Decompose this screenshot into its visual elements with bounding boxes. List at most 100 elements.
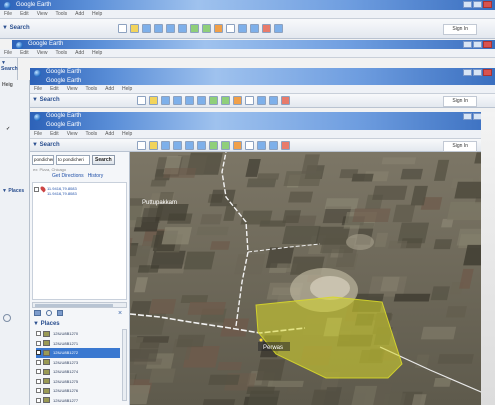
record-tour-icon[interactable] (178, 24, 187, 33)
search-input-secondary[interactable]: to pondicheri (56, 155, 90, 165)
menu-add[interactable]: Add (75, 50, 84, 56)
placemark-icon[interactable] (149, 141, 158, 150)
save-image-icon[interactable] (262, 24, 271, 33)
ruler-icon[interactable] (245, 96, 254, 105)
places-panel-header[interactable]: ▼ Places (33, 321, 60, 327)
search-input[interactable]: pondicheri (32, 155, 54, 165)
menu-edit[interactable]: Edit (20, 11, 29, 17)
sunlight-icon[interactable] (221, 96, 230, 105)
polygon-icon[interactable] (161, 141, 170, 150)
refresh-icon[interactable] (46, 310, 52, 316)
menu-view[interactable]: View (37, 11, 48, 17)
menu-edit[interactable]: Edit (50, 131, 59, 137)
menu-view[interactable]: View (37, 50, 48, 56)
hide-sidebar-icon[interactable] (118, 24, 127, 33)
vertical-scrollbar[interactable] (122, 329, 127, 401)
email-icon[interactable] (238, 24, 247, 33)
search-panel-header[interactable]: ▼ Search (32, 140, 60, 151)
search-icon[interactable] (3, 314, 11, 322)
result-checkbox[interactable] (34, 187, 39, 192)
place-item[interactable]: 12IUU8B1275 (36, 377, 120, 387)
place-item[interactable]: 12IUU8B1272 (36, 348, 120, 358)
placemark-pin-icon[interactable] (259, 338, 263, 342)
close-button[interactable] (483, 1, 492, 8)
place-item[interactable]: 12IUU8B1274 (36, 367, 120, 377)
minimize-button[interactable] (463, 41, 472, 48)
email-icon[interactable] (257, 96, 266, 105)
menu-tools[interactable]: Tools (85, 86, 97, 92)
menu-view[interactable]: View (67, 131, 78, 137)
ruler-icon[interactable] (226, 24, 235, 33)
places-panel-header[interactable]: ▼ Places (2, 188, 24, 194)
place-checkbox[interactable] (36, 350, 41, 356)
print-icon[interactable] (250, 24, 259, 33)
maximize-button[interactable] (473, 41, 482, 48)
record-tour-icon[interactable] (197, 96, 206, 105)
menu-file[interactable]: File (4, 11, 12, 17)
sign-in-button[interactable]: Sign In (443, 141, 477, 152)
place-checkbox[interactable] (36, 388, 41, 394)
place-checkbox[interactable] (36, 359, 41, 365)
search-panel-header[interactable]: ▼ Search (1, 60, 18, 72)
horizontal-scrollbar[interactable] (32, 302, 127, 308)
historical-imagery-icon[interactable] (190, 24, 199, 33)
planets-icon[interactable] (233, 96, 242, 105)
search-panel-header[interactable]: ▼ Search (32, 95, 60, 106)
print-icon[interactable] (269, 96, 278, 105)
close-button[interactable] (483, 69, 492, 76)
print-icon[interactable] (269, 141, 278, 150)
minimize-button[interactable] (463, 69, 472, 76)
placemark-icon[interactable] (149, 96, 158, 105)
historical-imagery-icon[interactable] (209, 96, 218, 105)
search-panel-header[interactable]: ▼ Search (2, 23, 30, 34)
historical-imagery-icon[interactable] (209, 141, 218, 150)
record-tour-icon[interactable] (197, 141, 206, 150)
menu-tools[interactable]: Tools (85, 131, 97, 137)
image-overlay-icon[interactable] (185, 141, 194, 150)
placemark-icon[interactable] (130, 24, 139, 33)
place-checkbox[interactable] (36, 378, 41, 384)
get-directions-link[interactable]: Get Directions (52, 173, 84, 179)
sunlight-icon[interactable] (221, 141, 230, 150)
menu-file[interactable]: File (34, 86, 42, 92)
place-checkbox[interactable] (36, 331, 41, 337)
place-checkbox[interactable] (36, 369, 41, 375)
image-overlay-icon[interactable] (185, 96, 194, 105)
menu-help[interactable]: Help (122, 86, 132, 92)
path-icon[interactable] (173, 96, 182, 105)
planets-icon[interactable] (214, 24, 223, 33)
planets-icon[interactable] (233, 141, 242, 150)
satellite-imagery[interactable]: Puttupakkam Perwas (130, 152, 495, 405)
menu-view[interactable]: View (67, 86, 78, 92)
menu-help[interactable]: Help (122, 131, 132, 137)
path-icon[interactable] (154, 24, 163, 33)
place-checkbox[interactable] (36, 397, 41, 403)
path-icon[interactable] (173, 141, 182, 150)
history-link[interactable]: History (88, 173, 104, 179)
menu-add[interactable]: Add (75, 11, 84, 17)
sunlight-icon[interactable] (202, 24, 211, 33)
menu-help[interactable]: Help (92, 11, 102, 17)
menu-add[interactable]: Add (105, 86, 114, 92)
menu-edit[interactable]: Edit (50, 86, 59, 92)
save-image-icon[interactable] (281, 96, 290, 105)
folder-icon[interactable] (34, 310, 41, 316)
place-item[interactable]: 12IUU8B1277 (36, 396, 120, 405)
email-icon[interactable] (257, 141, 266, 150)
sign-in-button[interactable]: Sign In (443, 24, 477, 35)
map-view[interactable]: Puttupakkam Perwas (130, 152, 495, 405)
menu-tools[interactable]: Tools (55, 50, 67, 56)
menu-file[interactable]: File (4, 50, 12, 56)
ruler-icon[interactable] (245, 141, 254, 150)
search-button[interactable]: Search (92, 155, 115, 165)
scrollbar-thumb[interactable] (35, 304, 113, 307)
menu-add[interactable]: Add (105, 131, 114, 137)
place-item[interactable]: 12IUU8B1270 (36, 329, 120, 339)
close-button[interactable] (483, 41, 492, 48)
place-item[interactable]: 12IUU8B1276 (36, 386, 120, 396)
place-item[interactable]: 12IUU8B1271 (36, 339, 120, 349)
search-result[interactable]: 11.9416,79.8083 11.9416,79.8083 (34, 185, 77, 196)
sign-in-button[interactable]: Sign In (443, 96, 477, 107)
close-icon[interactable]: × (118, 310, 122, 317)
print-icon[interactable] (57, 310, 63, 316)
